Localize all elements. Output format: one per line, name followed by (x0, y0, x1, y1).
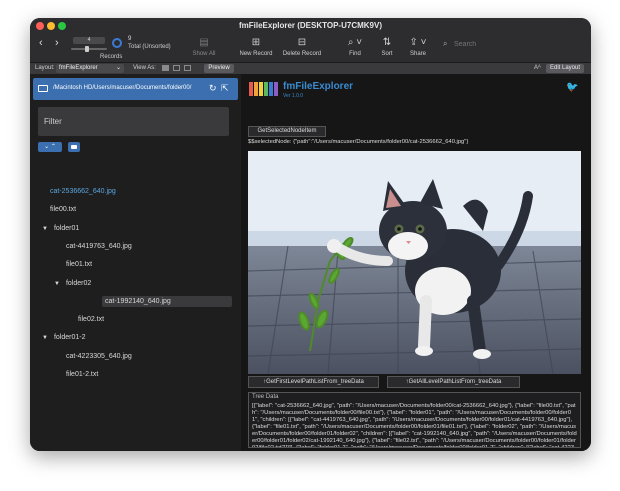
tree-folder-item[interactable]: ▼ folder02 (54, 280, 91, 287)
tree-file-item[interactable]: cat-2536662_640.jpg (50, 188, 116, 195)
detail-panel: fmFileExplorer Ver 1.0.0 🐦 GetSelectedNo… (241, 74, 591, 451)
minus-icon: ⊟ (297, 37, 307, 48)
tree-file-item[interactable]: cat-1992140_640.jpg (102, 295, 232, 307)
tree-file-item[interactable]: cat-4419763_640.jpg (66, 243, 132, 250)
record-status: Total (Unsorted) (128, 44, 171, 50)
get-all-level-button[interactable]: ↑GetAllLevelPathListFrom_treeData (387, 376, 520, 388)
record-slider-knob[interactable] (85, 46, 89, 52)
filter-input[interactable]: Filter (38, 107, 229, 136)
layout-label: Layout: (35, 65, 55, 71)
share-button[interactable]: ⇪ ˅ Share (406, 37, 430, 57)
delete-record-button[interactable]: ⊟ Delete Record (280, 37, 324, 57)
tree-item-label: cat-2536662_640.jpg (50, 188, 116, 195)
folder-icon (71, 145, 77, 149)
folder-icon (38, 85, 48, 92)
tree-item-label: folder02 (65, 279, 92, 287)
edit-layout-button[interactable]: Edit Layout (546, 64, 584, 73)
record-slider[interactable] (71, 46, 107, 52)
search-icon: ⌕ (443, 39, 448, 48)
find-button[interactable]: ⌕ ˅ Find (342, 37, 368, 57)
bird-icon[interactable]: 🐦 (566, 82, 578, 93)
tree-item-label: file01.txt (66, 261, 93, 269)
tree-data-text: [{"label": "cat-2536662_640.jpg", "path"… (252, 403, 577, 448)
tree-item-label: cat-4223305_640.jpg (66, 352, 132, 360)
tree-file-item[interactable]: file01.txt (66, 261, 92, 268)
layout-content: /Macintosh HD/Users/macuser/Documents/fo… (30, 74, 591, 451)
search-input[interactable] (452, 38, 586, 50)
file-tree-panel: /Macintosh HD/Users/macuser/Documents/fo… (30, 74, 241, 451)
tree-item-label: file01-2.txt (66, 371, 99, 378)
get-first-level-button[interactable]: ↑GetFirstLevelPathListFrom_treeData (248, 376, 379, 388)
forward-arrow-icon[interactable]: › (55, 37, 59, 49)
magnifier-icon: ⌕ ˅ (347, 37, 363, 48)
app-name: fmFileExplorer (283, 81, 354, 92)
selected-node-text: $$selectedNode: {"path":"/Users/macuser/… (248, 139, 469, 145)
window-title: fmFileExplorer (DESKTOP-U7CMK9V) (239, 21, 382, 30)
tree-file-item[interactable]: file00.txt (50, 206, 76, 213)
share-icon: ⇪ ˅ (409, 37, 427, 48)
app-logo (249, 82, 281, 96)
app-version: Ver 1.0.0 (283, 93, 304, 99)
tree-folder-item[interactable]: ▼ folder01-2 (42, 334, 85, 341)
tree-data-field[interactable]: Tree Data [{"label": "cat-2536662_640.jp… (248, 392, 581, 448)
open-folder-button[interactable] (68, 142, 80, 152)
record-count: 9 (128, 36, 132, 42)
record-pie-icon (112, 38, 122, 48)
preview-button[interactable]: Preview (204, 64, 234, 73)
show-all-icon: ▤ (199, 37, 209, 48)
sort-button[interactable]: ⇅ Sort (377, 37, 397, 57)
chevron-down-icon: ⌄ (44, 144, 50, 150)
tree-item-label: cat-1992140_640.jpg (105, 297, 171, 305)
tree-folder-item[interactable]: ▼ folder01 (42, 225, 79, 232)
image-preview (248, 151, 581, 374)
plus-icon: ⊞ (251, 37, 261, 48)
tree-item-label: cat-4419763_640.jpg (66, 242, 132, 250)
path-bar: /Macintosh HD/Users/macuser/Documents/fo… (33, 78, 238, 100)
tree-file-item[interactable]: file01-2.txt (66, 371, 98, 378)
back-arrow-icon[interactable]: ‹ (39, 37, 43, 49)
zoom-window-button[interactable] (58, 22, 66, 30)
toolbar: ‹ › 4 9 Total (Unsorted) Records ▤ Show … (30, 34, 591, 63)
text-size-icon[interactable]: Aᴬ (534, 63, 541, 74)
tree-item-label: folder01 (53, 224, 80, 232)
disclosure-triangle-icon[interactable]: ▼ (54, 281, 60, 287)
tree-item-label: file02.txt (78, 316, 105, 324)
records-label: Records (100, 54, 123, 60)
refresh-icon[interactable]: ↻ (209, 83, 217, 94)
tree-item-label: folder01-2 (53, 334, 86, 342)
disclosure-triangle-icon[interactable]: ▼ (42, 226, 48, 232)
get-selected-node-button[interactable]: GetSelectedNodeItem (248, 126, 326, 137)
tree-file-item[interactable]: cat-4223305_640.jpg (66, 353, 132, 360)
layout-select[interactable]: fmFileExplorer ⌄ (56, 64, 124, 73)
show-all-button[interactable]: ▤ Show All (189, 37, 219, 57)
close-window-button[interactable] (36, 22, 44, 30)
collapse-expand-button[interactable]: ⌄ ⌃ (38, 142, 62, 152)
tree-file-item[interactable]: file02.txt (78, 316, 104, 323)
layout-bar: Layout: fmFileExplorer ⌄ View As: Previe… (30, 63, 591, 74)
disclosure-triangle-icon[interactable]: ▼ (42, 335, 48, 341)
chevron-down-icon: ⌄ (115, 65, 121, 71)
table-view-icon[interactable] (184, 65, 191, 71)
app-window: fmFileExplorer (DESKTOP-U7CMK9V) ‹ › 4 9… (30, 18, 591, 451)
record-number-field[interactable]: 4 (73, 37, 105, 44)
title-bar: fmFileExplorer (DESKTOP-U7CMK9V) (30, 18, 591, 34)
current-path: /Macintosh HD/Users/macuser/Documents/fo… (53, 85, 192, 91)
chevron-up-icon: ⌃ (50, 144, 56, 150)
tree-data-label: Tree Data (252, 394, 279, 400)
form-view-icon[interactable] (162, 65, 169, 71)
open-external-icon[interactable]: ⇱ (221, 83, 229, 94)
new-record-button[interactable]: ⊞ New Record (238, 37, 274, 57)
view-as-label: View As: (133, 65, 156, 71)
list-view-icon[interactable] (173, 65, 180, 71)
tree-item-label: file00.txt (50, 206, 77, 214)
minimize-window-button[interactable] (47, 22, 55, 30)
sort-icon: ⇅ (382, 37, 392, 48)
